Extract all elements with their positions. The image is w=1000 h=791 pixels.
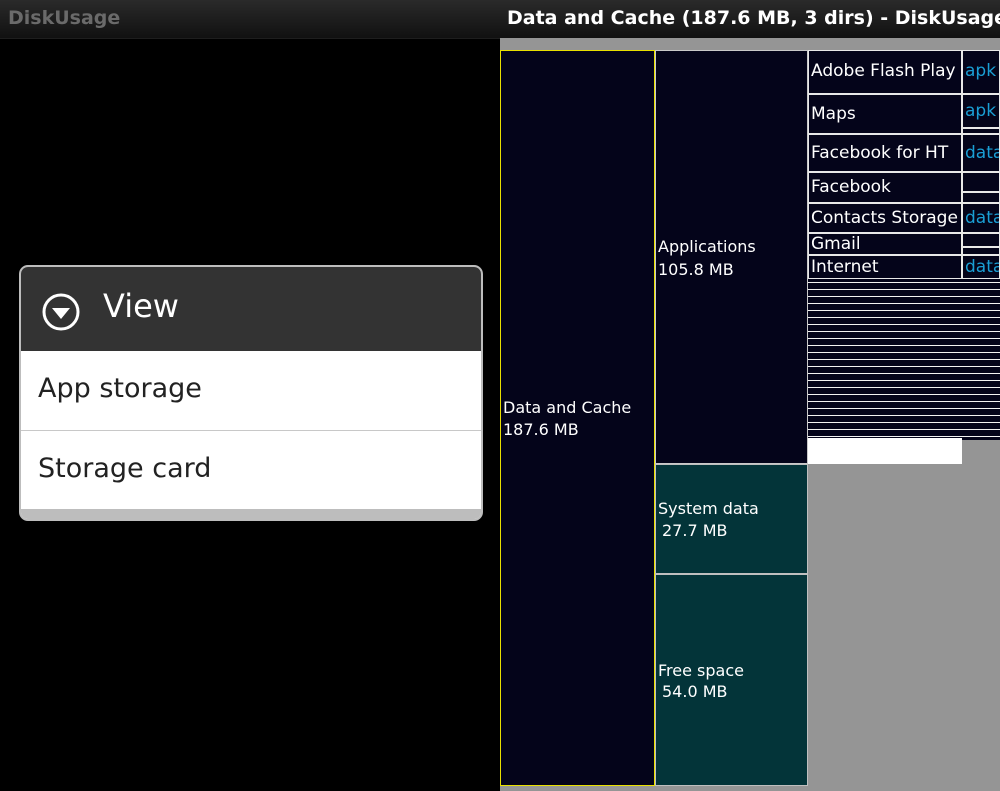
sub-cell-data[interactable]: data bbox=[962, 255, 1000, 279]
dropdown-circle-icon bbox=[42, 293, 80, 331]
block-name: Applications bbox=[658, 237, 756, 256]
title-bar: Data and Cache (187.6 MB, 3 dirs) - Disk… bbox=[500, 0, 1000, 38]
app-name: Contacts Storage bbox=[811, 208, 958, 228]
app-name: Internet bbox=[811, 257, 879, 277]
sub-cell-data[interactable]: data bbox=[962, 203, 1000, 233]
left-screen: DiskUsage View App storage Storage card bbox=[0, 0, 500, 791]
sub-stripes bbox=[962, 279, 1000, 440]
block-free-space[interactable]: Free space 54.0 MB bbox=[655, 574, 808, 786]
sub-cell-apk[interactable]: apk bbox=[962, 50, 1000, 94]
block-name: System data bbox=[658, 499, 759, 518]
sub-cell-data[interactable]: data bbox=[962, 134, 1000, 172]
option-label: App storage bbox=[38, 373, 202, 404]
app-cell-adobe-flash[interactable]: Adobe Flash Play bbox=[808, 50, 962, 94]
app-cell-contacts-storage[interactable]: Contacts Storage bbox=[808, 203, 962, 233]
sub-cell[interactable] bbox=[962, 247, 1000, 255]
small-apps-stripes bbox=[808, 279, 962, 438]
block-size: 105.8 MB bbox=[658, 260, 734, 279]
window-title: Data and Cache (187.6 MB, 3 dirs) - Disk… bbox=[507, 7, 1000, 29]
sub-label: data bbox=[965, 143, 1000, 163]
sub-cell[interactable] bbox=[962, 233, 1000, 247]
app-name: Adobe Flash Play bbox=[811, 61, 956, 81]
app-cell-maps[interactable]: Maps bbox=[808, 94, 962, 134]
option-storage-card[interactable]: Storage card bbox=[21, 431, 481, 511]
block-name: Free space bbox=[658, 661, 744, 680]
app-title: DiskUsage bbox=[8, 7, 121, 29]
block-data-and-cache[interactable]: Data and Cache 187.6 MB bbox=[500, 50, 655, 786]
view-dialog: View App storage Storage card bbox=[19, 265, 483, 521]
block-size: 54.0 MB bbox=[662, 682, 728, 701]
right-screen: Data and Cache (187.6 MB, 3 dirs) - Disk… bbox=[500, 0, 1000, 791]
dialog-footer bbox=[21, 509, 481, 519]
sub-cell[interactable] bbox=[962, 192, 1000, 203]
dialog-title: View bbox=[103, 287, 179, 325]
dialog-header: View bbox=[21, 267, 481, 352]
app-name: Facebook for HT bbox=[811, 143, 949, 163]
block-size: 187.6 MB bbox=[503, 420, 579, 439]
option-app-storage[interactable]: App storage bbox=[21, 351, 481, 431]
block-name: Data and Cache bbox=[503, 398, 632, 417]
block-size: 27.7 MB bbox=[662, 521, 728, 540]
app-name: Facebook bbox=[811, 177, 891, 197]
sub-cell-apk[interactable]: apk bbox=[962, 94, 1000, 128]
block-system-data[interactable]: System data 27.7 MB bbox=[655, 464, 808, 574]
app-cell-internet[interactable]: Internet bbox=[808, 255, 962, 279]
app-cell-gmail[interactable]: Gmail bbox=[808, 233, 962, 255]
small-apps-area bbox=[808, 438, 962, 464]
sub-label: data bbox=[965, 208, 1000, 228]
app-name: Maps bbox=[811, 104, 856, 124]
sub-cell[interactable] bbox=[962, 172, 1000, 192]
app-cell-facebook[interactable]: Facebook bbox=[808, 172, 962, 203]
sub-label: apk bbox=[965, 61, 997, 81]
option-label: Storage card bbox=[38, 453, 212, 484]
sub-label: apk bbox=[965, 101, 997, 121]
block-applications[interactable]: Applications 105.8 MB bbox=[655, 50, 808, 464]
sub-label: data bbox=[965, 257, 1000, 277]
app-cell-facebook-for-htc[interactable]: Facebook for HT bbox=[808, 134, 962, 172]
title-bar: DiskUsage bbox=[0, 0, 500, 39]
app-name: Gmail bbox=[811, 234, 861, 254]
